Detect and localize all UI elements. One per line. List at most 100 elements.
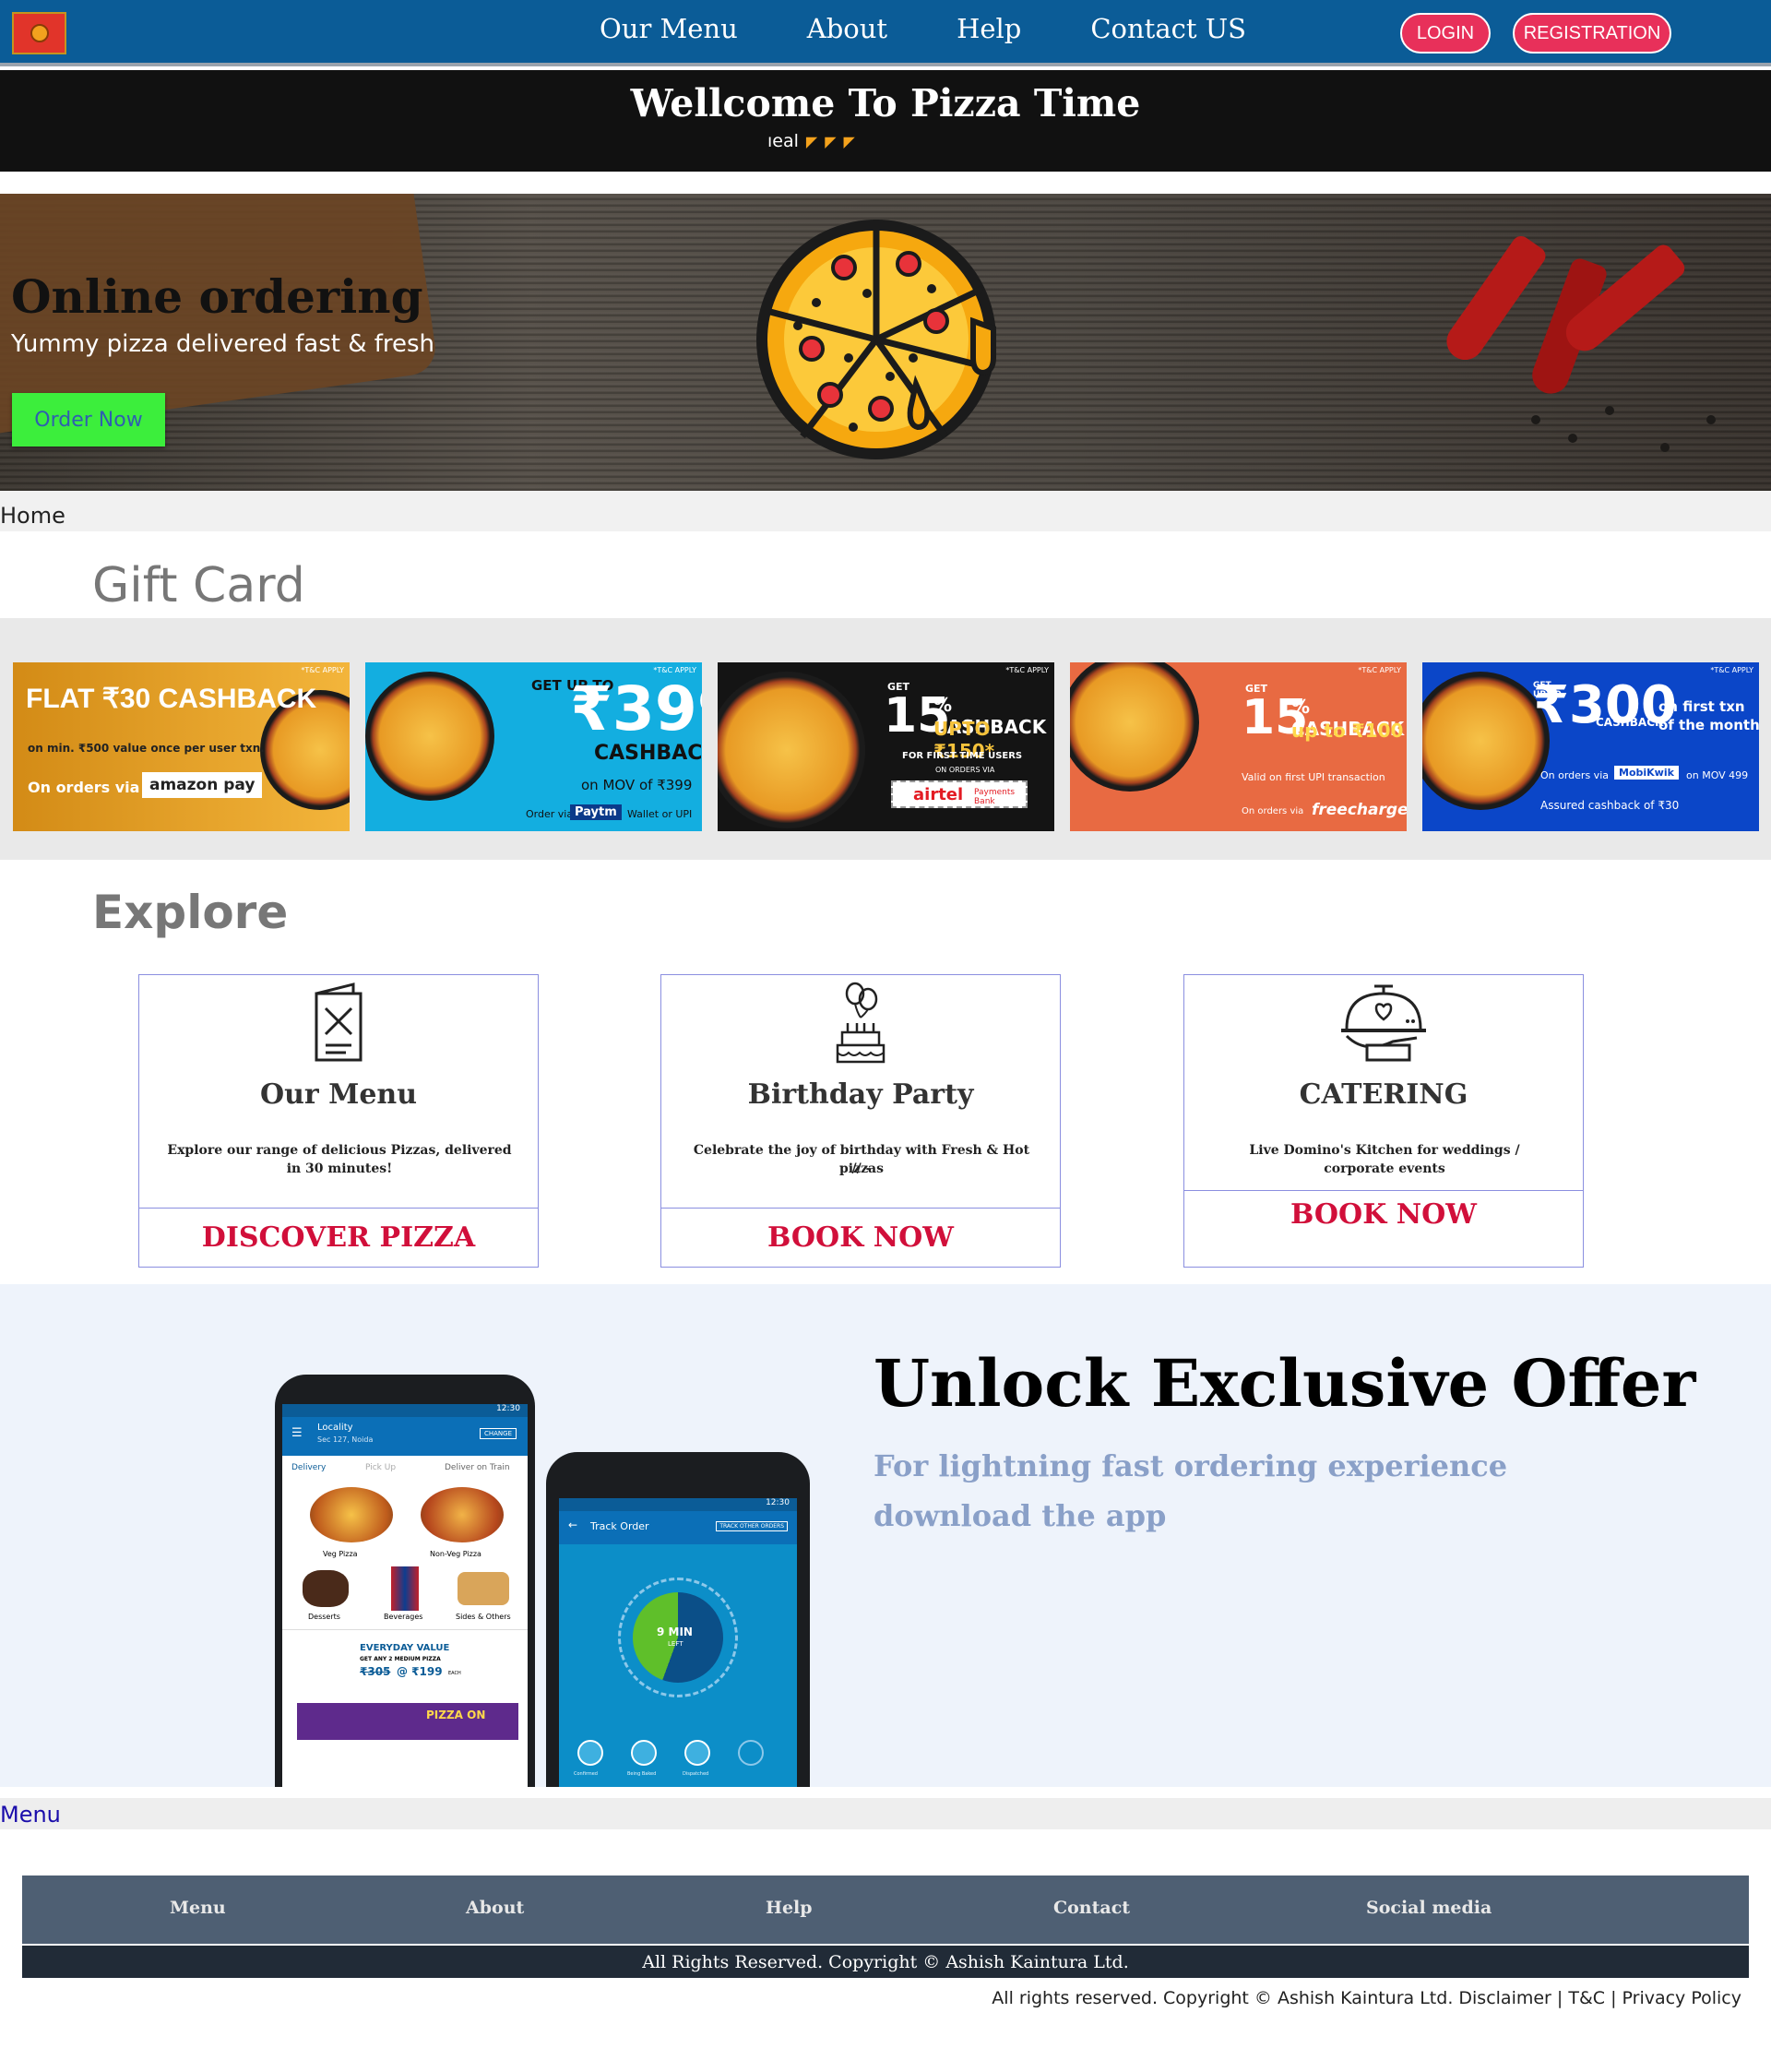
card-via: On orders via — [28, 779, 140, 796]
catering-cloche-icon — [1341, 984, 1426, 1062]
gift-card-airtel[interactable]: *T&C APPLY GET 15 % CASHBACK UPTO ₹150* … — [718, 662, 1054, 831]
card-line: FOR FIRST TIME USERS — [902, 751, 1023, 761]
app-address: Sec 127, Noida — [317, 1435, 374, 1444]
card-sub: CASHBACK — [1596, 716, 1664, 729]
welcome-title: Wellcome To Pizza Time — [630, 81, 1141, 125]
welcome-banner: Wellcome To Pizza Time ıeal ◤ ◤ ◤ — [0, 70, 1771, 172]
airtel-logo-box: airtel Payments Bank — [891, 780, 1028, 808]
menu-bar — [0, 1798, 1771, 1829]
tnc-note: *T&C APPLY — [1358, 666, 1401, 674]
track-left: LEFT — [668, 1640, 683, 1648]
nav-link-about[interactable]: About — [807, 13, 887, 44]
step-baked-icon — [631, 1740, 657, 1766]
ticker-text: ıeal — [767, 131, 799, 151]
step-delivered-icon — [738, 1740, 764, 1766]
card-upto: up to ₹100 — [1291, 720, 1404, 742]
dessert-image — [303, 1570, 349, 1607]
pizza-icon — [756, 220, 996, 459]
freecharge-logo: freecharge — [1312, 801, 1407, 819]
menu-link[interactable]: Menu — [0, 1802, 61, 1828]
book-now-button-birthday[interactable]: BOOK NOW — [661, 1208, 1060, 1267]
step-label: Dispatched — [683, 1771, 709, 1777]
track-title: Track Order — [590, 1520, 649, 1532]
app-item-label: Beverages — [384, 1613, 423, 1621]
top-navbar: Our Menu About Help Contact US LOGIN REG… — [0, 0, 1771, 66]
brand-logo[interactable] — [12, 12, 66, 54]
gift-card-amazon-pay[interactable]: *T&C APPLY FLAT ₹30 CASHBACK on min. ₹50… — [13, 662, 350, 831]
nav-links: Our Menu About Help Contact US — [600, 13, 1315, 44]
phone-mockup-ordering: 12:30 ☰ Locality Sec 127, Noida CHANGE D… — [275, 1375, 535, 1787]
registration-button[interactable]: REGISTRATION — [1513, 13, 1671, 54]
step-label: Confirmed — [574, 1771, 598, 1777]
app-heading: Unlock Exclusive Offer — [874, 1345, 1696, 1422]
gift-card-mobikwik[interactable]: *T&C APPLY GET UP TO ₹300 CASHBACK on fi… — [1422, 662, 1759, 831]
explore-card-birthday-party: Birthday Party Celebrate the joy of birt… — [660, 974, 1061, 1268]
card-line: Valid on first UPI transaction — [1242, 771, 1385, 783]
discover-pizza-button[interactable]: DISCOVER PIZZA — [139, 1208, 538, 1267]
footer-link-contact[interactable]: Contact — [1053, 1898, 1130, 1918]
app-description: For lightning fast ordering experience d… — [874, 1441, 1519, 1541]
footer-link-social-media[interactable]: Social media — [1366, 1898, 1492, 1918]
promo-old-price: ₹305 — [360, 1665, 391, 1678]
pizza-slice-icon: ◤ — [825, 133, 837, 150]
step-confirmed-icon — [577, 1740, 603, 1766]
app-line-1: For lightning fast ordering experience — [874, 1448, 1508, 1483]
footer-link-help[interactable]: Help — [766, 1898, 813, 1918]
pizza-image — [365, 672, 494, 801]
nav-link-contact[interactable]: Contact US — [1090, 13, 1246, 44]
app-item-label: Non-Veg Pizza — [430, 1550, 481, 1558]
app-change-button: CHANGE — [479, 1428, 517, 1439]
app-locality: Locality — [317, 1423, 353, 1433]
step-label: Being Baked — [627, 1771, 657, 1777]
track-minutes: 9 MIN — [657, 1625, 693, 1638]
explore-title: Explore — [92, 886, 289, 939]
peppercorn — [1660, 443, 1670, 452]
pizza-slice-icon: ◤ — [805, 133, 818, 150]
tnc-note: *T&C APPLY — [1005, 666, 1049, 674]
menu-card-icon — [139, 981, 538, 1066]
card-sub: CASHBACK — [594, 742, 702, 765]
welcome-ticker: ıeal ◤ ◤ ◤ — [767, 131, 855, 151]
app-download-section: 12:30 ☰ Locality Sec 127, Noida CHANGE D… — [0, 1284, 1771, 1787]
gift-card-paytm[interactable]: *T&C APPLY GET UP TO ₹399 CASHBACK on MO… — [365, 662, 702, 831]
beverage-image — [391, 1566, 419, 1611]
order-now-button[interactable]: Order Now — [12, 393, 165, 447]
birthday-cake-icon — [836, 982, 886, 1064]
footer-link-about[interactable]: About — [466, 1898, 524, 1918]
footer-link-menu[interactable]: Menu — [170, 1898, 226, 1918]
explore-card-desc: Live Domino's Kitchen for weddings / cor… — [1249, 1143, 1520, 1176]
veg-pizza-image — [310, 1487, 393, 1542]
explore-card-name: Our Menu — [259, 1078, 418, 1111]
explore-card-our-menu: Our Menu Explore our range of delicious … — [138, 974, 539, 1268]
breadcrumb[interactable]: Home — [0, 503, 65, 529]
nav-link-help[interactable]: Help — [957, 13, 1021, 44]
airtel-logo: airtel — [913, 785, 964, 804]
app-pickup-tab: Pick Up — [365, 1463, 397, 1472]
gift-card-freecharge[interactable]: *T&C APPLY GET 15 % CASHBACK up to ₹100 … — [1070, 662, 1407, 831]
explore-card-extra: // - — [851, 1161, 872, 1176]
explore-card-catering: CATERING Live Domino's Kitchen for weddi… — [1183, 974, 1584, 1268]
nav-link-our-menu[interactable]: Our Menu — [600, 13, 738, 44]
mobikwik-logo: MobiKwik — [1614, 766, 1679, 780]
airtel-bank-label: Payments Bank — [974, 788, 1016, 806]
card-mov: on MOV of ₹399 — [581, 777, 693, 793]
phone-screen: 12:30 ☰ Locality Sec 127, Noida CHANGE D… — [282, 1404, 528, 1787]
tnc-note: *T&C APPLY — [301, 666, 344, 674]
login-button[interactable]: LOGIN — [1400, 13, 1491, 54]
card-via: ON ORDERS VIA — [935, 766, 995, 774]
card-amount: ₹399 — [570, 673, 702, 744]
card-via: Order via — [526, 808, 574, 820]
card-via: On orders via — [1540, 769, 1609, 781]
birthday-card-icon — [661, 981, 1060, 1067]
status-bar: 12:30 — [282, 1404, 528, 1417]
book-now-button-catering[interactable]: BOOK NOW — [1184, 1190, 1583, 1267]
card-assured: Assured cashback of ₹30 — [1540, 799, 1680, 812]
hero-subtitle: Yummy pizza delivered fast & fresh — [11, 330, 435, 358]
app-banner-text: PIZZA ON — [426, 1709, 486, 1721]
footer-legal-text: All rights reserved. Copyright © Ashish … — [992, 1988, 1741, 2008]
app-train-tab: Deliver on Train — [445, 1463, 510, 1472]
phone-mockup-tracking: 12:30 ← Track Order TRACK OTHER ORDERS 9… — [546, 1452, 810, 1787]
explore-card-desc: Explore our range of delicious Pizzas, d… — [167, 1143, 512, 1176]
nonveg-pizza-image — [421, 1487, 504, 1542]
card-mov: on MOV 499 — [1686, 769, 1749, 781]
